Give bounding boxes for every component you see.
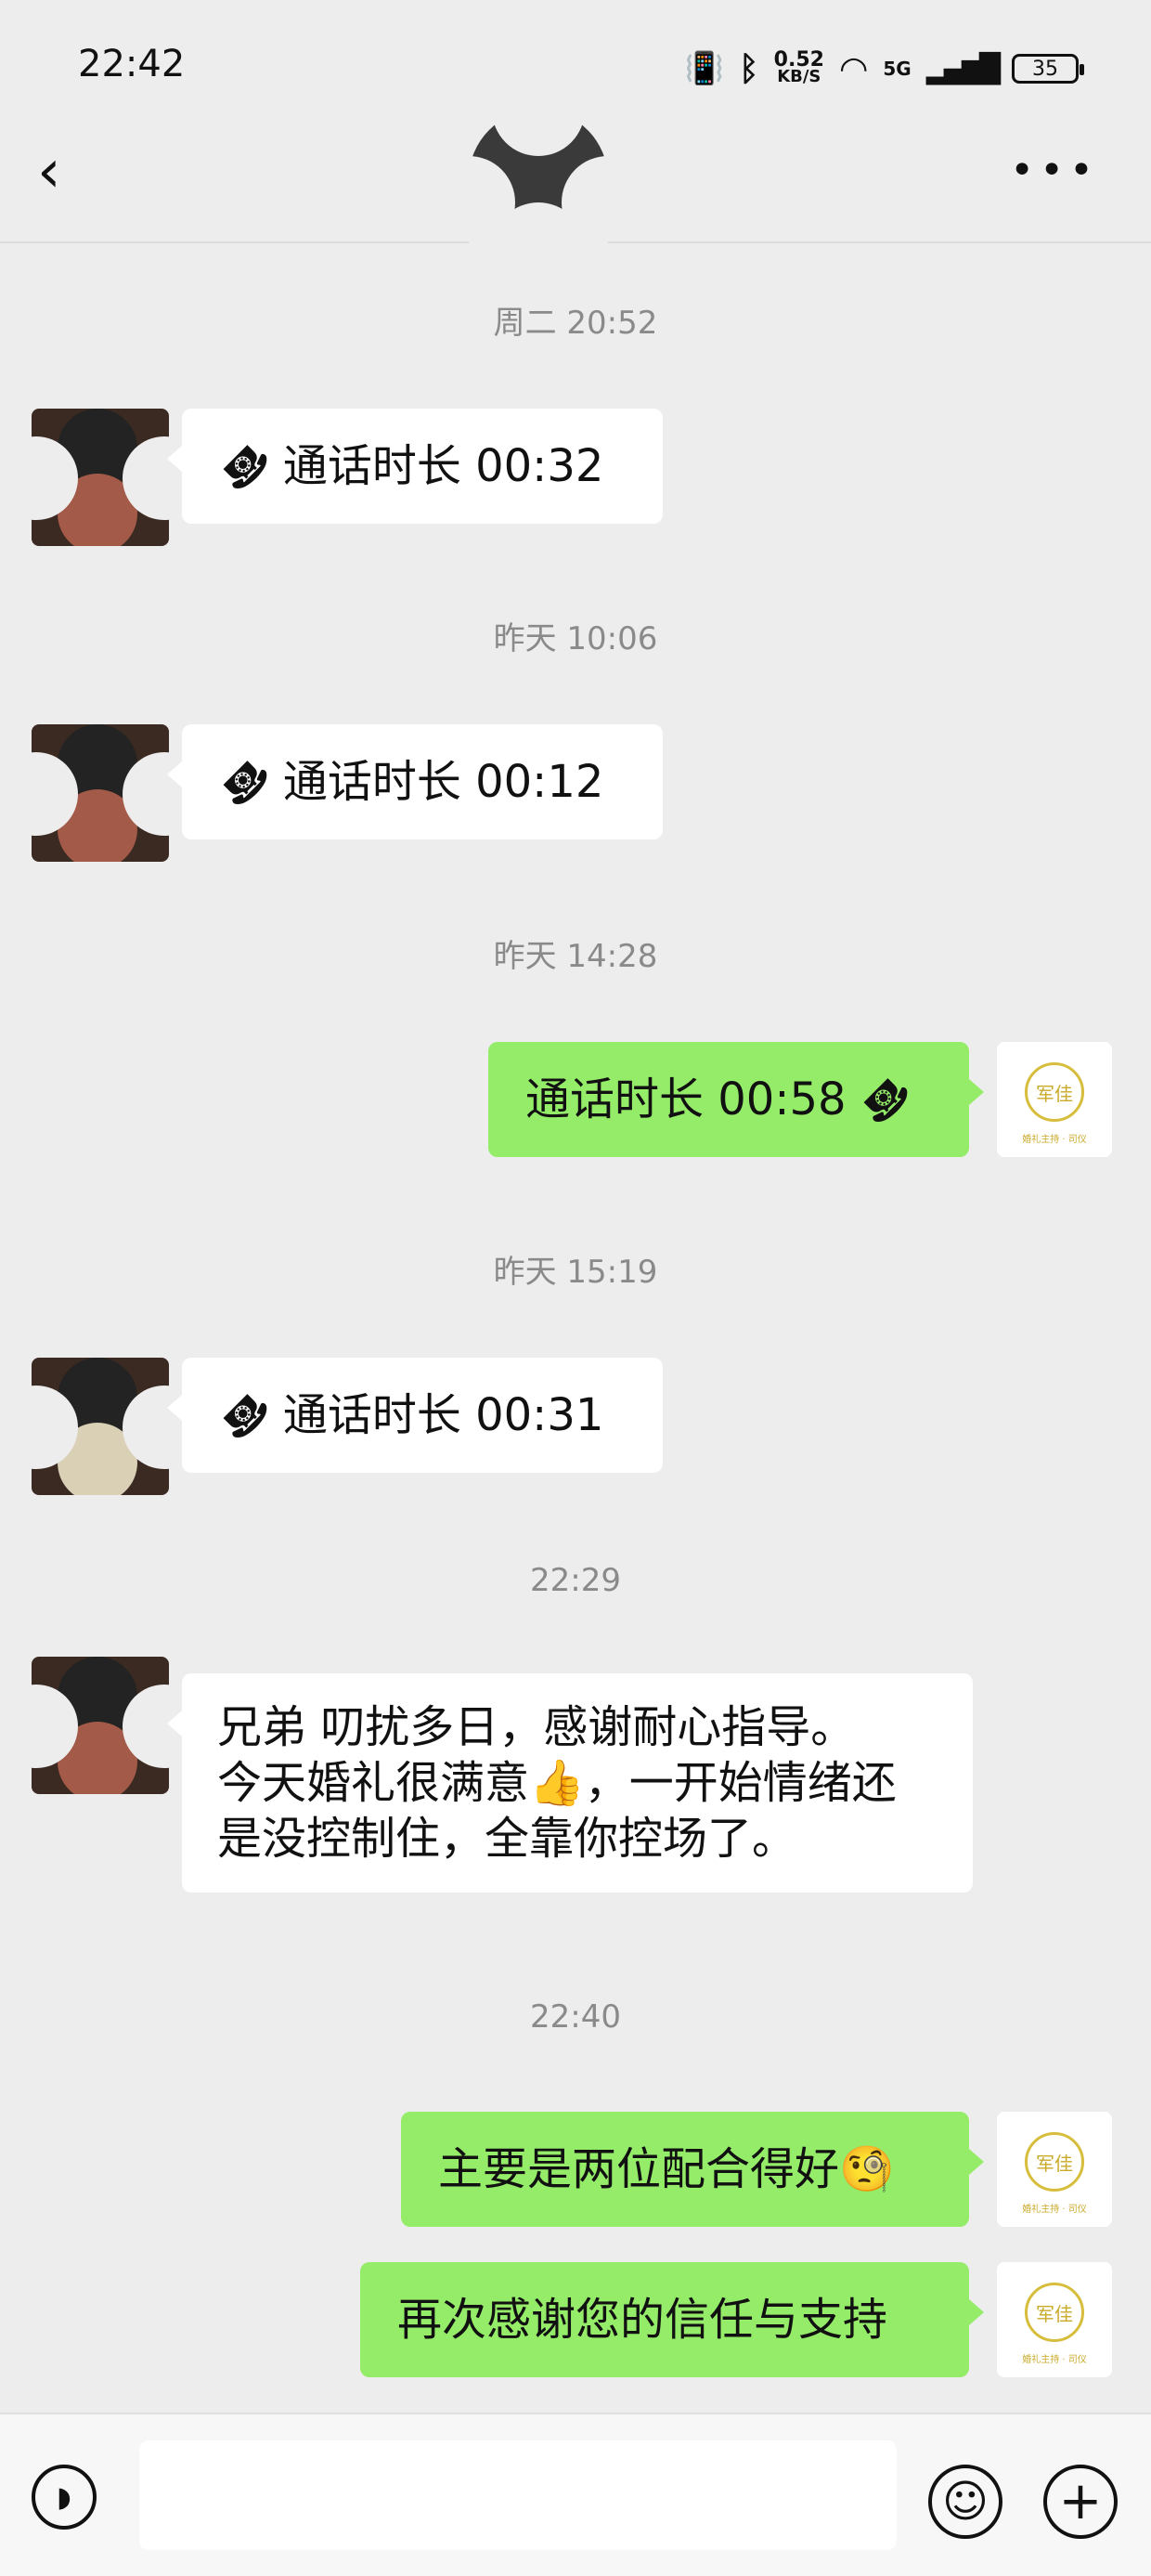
avatar-logo-subtitle: 婚礼主持 · 司仪 — [1022, 2205, 1087, 2215]
voice-icon: ◗ — [57, 2480, 71, 2514]
message-input[interactable] — [139, 2440, 897, 2550]
avatar-logo-subtitle: 婚礼主持 · 司仪 — [1022, 2355, 1087, 2365]
message-bubble[interactable]: 再次感谢您的信任与支持 — [360, 2262, 984, 2377]
message-line: 兄弟 叨扰多日，感谢耐心指导。 — [217, 1701, 856, 1753]
avatar-logo: 军佳 — [1036, 1083, 1073, 1105]
call-record-bubble[interactable]: ☎ 通话时长 00:32 — [167, 409, 663, 524]
wifi-icon: ◠ — [838, 49, 869, 88]
phone-icon: ☎ — [849, 1064, 920, 1135]
avatar-logo-subtitle: 婚礼主持 · 司仪 — [1022, 1135, 1087, 1145]
voice-button[interactable]: ◗ — [32, 2465, 97, 2530]
timestamp: 22:40 — [530, 1998, 621, 2036]
plus-icon: + — [1058, 2471, 1103, 2531]
phone-icon: ☎ — [210, 1380, 280, 1451]
contact-avatar[interactable] — [32, 409, 169, 546]
emoji-button[interactable]: ☺ — [928, 2465, 1002, 2539]
timestamp: 昨天 10:06 — [493, 620, 658, 657]
call-record-bubble[interactable]: 通话时长 00:58 ☎ — [488, 1042, 984, 1157]
phone-icon: ☎ — [210, 431, 280, 501]
timestamp: 周二 20:52 — [493, 305, 658, 342]
call-record-bubble[interactable]: ☎ 通话时长 00:12 — [167, 724, 663, 839]
timestamp: 22:29 — [530, 1562, 621, 1599]
contact-avatar[interactable] — [32, 1657, 169, 1794]
contact-avatar-header[interactable] — [469, 110, 608, 249]
more-button[interactable]: ••• — [1010, 150, 1099, 191]
battery-icon: 35 — [1012, 54, 1084, 84]
contact-avatar[interactable] — [32, 1358, 169, 1495]
battery-level: 35 — [1032, 57, 1058, 81]
vibrate-icon: 📳 — [684, 50, 725, 87]
phone-icon: ☎ — [210, 747, 280, 817]
bluetooth-icon: ᛒ — [739, 49, 759, 88]
call-duration-label: 通话时长 00:12 — [282, 756, 604, 808]
more-functions-button[interactable]: + — [1043, 2465, 1118, 2539]
timestamp: 昨天 15:19 — [493, 1254, 658, 1291]
message-composer: ◗ ☺ + — [0, 2413, 1151, 2576]
emoji-icon: ☺ — [941, 2476, 989, 2528]
timestamp: 昨天 14:28 — [493, 938, 658, 975]
message-text: 主要是两位配合得好🧐 — [438, 2143, 895, 2195]
message-line: 是没控制住，全靠你控场了。 — [217, 1813, 797, 1865]
status-bar: 22:42 📳 ᛒ 0.52 KB/S ◠ 5G ▂▄▆█ 35 — [0, 0, 1151, 102]
call-duration-label: 通话时长 00:32 — [282, 440, 604, 492]
chevron-left-icon: ‹ — [37, 137, 61, 206]
status-icons: 📳 ᛒ 0.52 KB/S ◠ 5G ▂▄▆█ 35 — [684, 41, 1084, 97]
message-bubble[interactable]: 兄弟 叨扰多日，感谢耐心指导。 今天婚礼很满意👍，一开始情绪还 是没控制住，全靠… — [167, 1673, 973, 1893]
call-duration-label: 通话时长 00:31 — [282, 1389, 604, 1441]
my-avatar[interactable]: 军佳 婚礼主持 · 司仪 — [997, 2112, 1112, 2227]
message-bubble[interactable]: 主要是两位配合得好🧐 — [401, 2112, 984, 2227]
signal-label: 5G — [883, 58, 912, 80]
my-avatar[interactable]: 军佳 婚礼主持 · 司仪 — [997, 1042, 1112, 1157]
avatar-logo: 军佳 — [1036, 2153, 1073, 2175]
chat-area[interactable]: 周二 20:52 ☎ 通话时长 00:32 昨天 10:06 ☎ 通话时长 00… — [0, 243, 1151, 2413]
contact-avatar[interactable] — [32, 724, 169, 862]
back-button[interactable]: ‹ — [37, 139, 93, 204]
status-time: 22:42 — [78, 43, 186, 85]
message-line: 今天婚礼很满意👍，一开始情绪还 — [217, 1757, 897, 1809]
more-icon: ••• — [1010, 147, 1099, 194]
chat-header: ‹ ••• — [0, 102, 1151, 249]
call-record-bubble[interactable]: ☎ 通话时长 00:31 — [167, 1358, 663, 1473]
net-speed-unit: KB/S — [777, 67, 821, 86]
signal-icon: ▂▄▆█ — [925, 52, 1001, 85]
my-avatar[interactable]: 军佳 婚礼主持 · 司仪 — [997, 2262, 1112, 2377]
message-text: 再次感谢您的信任与支持 — [397, 2294, 888, 2346]
avatar-logo: 军佳 — [1036, 2303, 1073, 2325]
net-speed: 0.52 KB/S — [774, 50, 824, 86]
call-duration-label: 通话时长 00:58 — [525, 1073, 847, 1125]
